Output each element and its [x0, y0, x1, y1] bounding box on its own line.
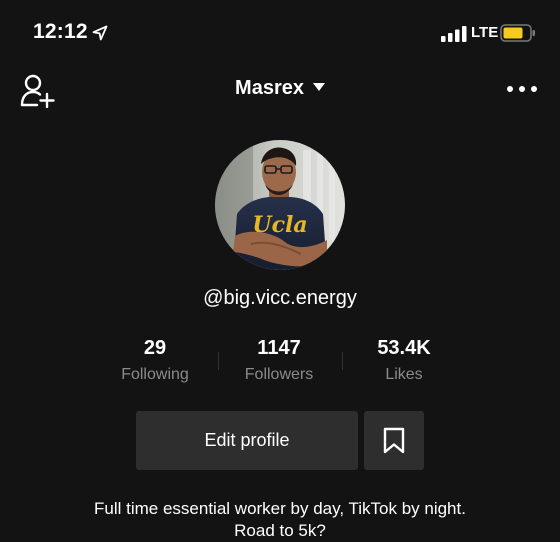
svg-text:Ucla: Ucla	[252, 212, 307, 238]
status-time: 12:12	[33, 20, 88, 43]
stat-following[interactable]: 29 Following	[85, 336, 225, 384]
avatar[interactable]: Ucla	[215, 140, 345, 270]
network-type: LTE	[471, 24, 499, 41]
profile-header: Masrex	[0, 66, 560, 112]
caret-down-icon	[312, 83, 325, 91]
bookmarks-button[interactable]	[364, 411, 424, 470]
profile-bio: Full time essential worker by day, TikTo…	[30, 498, 530, 542]
stat-followers-label: Followers	[244, 366, 314, 383]
stat-likes-label: Likes	[385, 366, 423, 383]
status-bar: 12:12 LTE	[0, 0, 560, 66]
username-label: Masrex	[235, 77, 304, 99]
stat-following-label: Following	[121, 366, 189, 383]
stat-likes-value: 53.4K	[377, 337, 431, 359]
username-dropdown[interactable]: Masrex	[0, 77, 560, 100]
signal-bars-icon	[441, 26, 467, 42]
stat-followers[interactable]: 1147 Followers	[209, 336, 349, 384]
bookmark-icon	[383, 427, 405, 454]
avatar-photo: Ucla	[215, 140, 345, 270]
battery-icon	[500, 24, 535, 42]
edit-profile-button[interactable]: Edit profile	[136, 411, 358, 470]
stat-likes[interactable]: 53.4K Likes	[334, 336, 474, 384]
location-arrow-icon	[92, 25, 108, 41]
profile-handle: @big.vicc.energy	[203, 287, 357, 309]
edit-profile-label: Edit profile	[204, 430, 290, 450]
more-dots-icon[interactable]	[506, 84, 538, 94]
bio-line: Full time essential worker by day, TikTo…	[94, 499, 466, 518]
stat-followers-value: 1147	[257, 337, 301, 359]
stat-following-value: 29	[143, 337, 167, 359]
